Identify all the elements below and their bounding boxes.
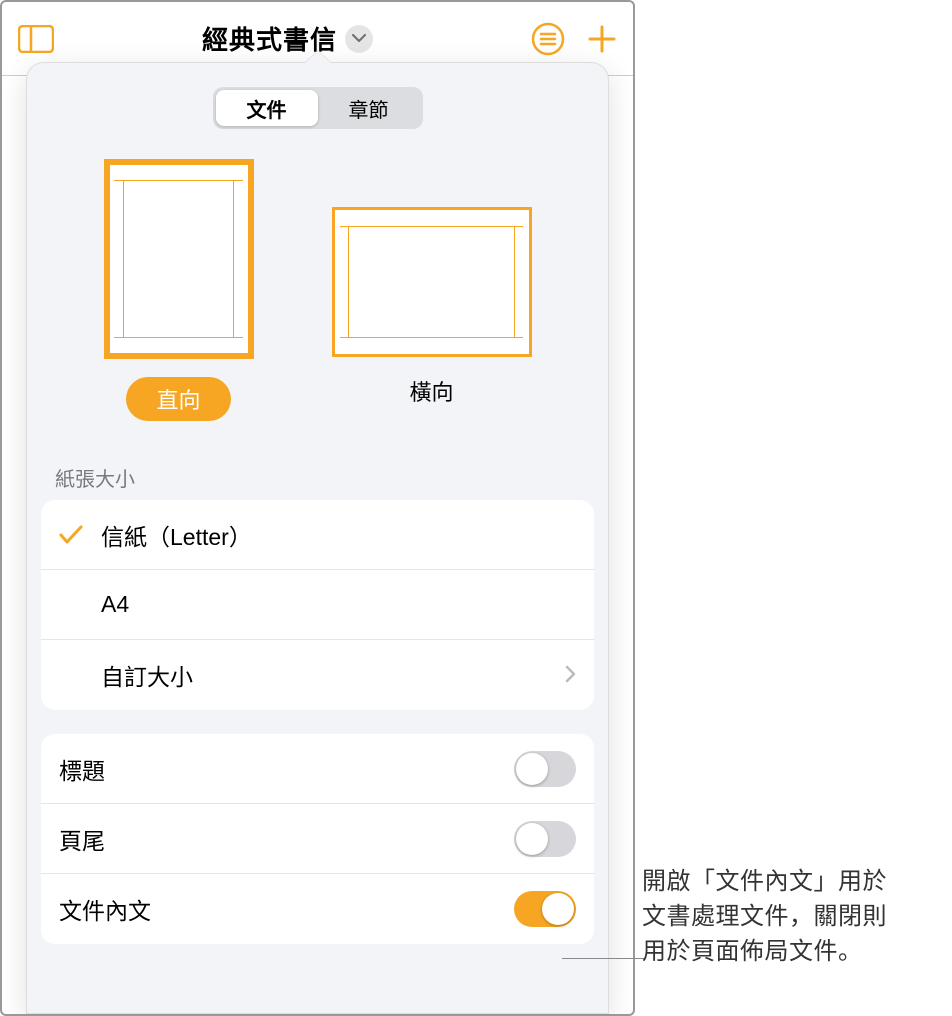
orientation-landscape-label: 橫向	[409, 375, 453, 407]
paper-size-label: 自訂大小	[101, 658, 565, 692]
orientation-row: 直向 橫向	[27, 159, 608, 421]
chevron-right-icon	[565, 662, 576, 689]
document-body-toggle[interactable]	[514, 891, 576, 927]
callout-line: 文書處理文件，關閉則	[642, 900, 942, 935]
app-window: 經典式書信 文件	[0, 0, 635, 1016]
paper-size-label: A4	[101, 591, 576, 618]
orientation-portrait-label: 直向	[126, 377, 230, 421]
document-settings-popover: 文件 章節 直向 橫向 紙張大小	[26, 62, 609, 1014]
switches-list: 標題 頁尾 文件內文	[41, 734, 594, 944]
orientation-landscape-thumb[interactable]	[332, 207, 532, 357]
orientation-portrait-thumb[interactable]	[104, 159, 254, 359]
callout-leader-line	[562, 958, 644, 959]
paper-size-a4[interactable]: A4	[41, 570, 594, 640]
footer-toggle[interactable]	[514, 821, 576, 857]
tab-section[interactable]: 章節	[318, 90, 420, 126]
callout-annotation: 開啟「文件內文」用於 文書處理文件，關閉則 用於頁面佈局文件。	[642, 865, 942, 969]
tab-document[interactable]: 文件	[216, 90, 318, 126]
paper-size-custom[interactable]: 自訂大小	[41, 640, 594, 710]
sidebar-icon[interactable]	[18, 25, 54, 53]
title-chevron-icon[interactable]	[345, 25, 373, 53]
footer-row: 頁尾	[41, 804, 594, 874]
document-body-row: 文件內文	[41, 874, 594, 944]
paper-size-label: 信紙（Letter）	[101, 518, 576, 552]
popover-arrow	[304, 51, 332, 64]
callout-line: 用於頁面佈局文件。	[642, 935, 942, 970]
callout-line: 開啟「文件內文」用於	[642, 865, 942, 900]
document-body-label: 文件內文	[59, 892, 514, 926]
add-icon[interactable]	[587, 24, 617, 54]
header-row: 標題	[41, 734, 594, 804]
header-label: 標題	[59, 752, 514, 786]
tab-segmented-control: 文件 章節	[213, 87, 423, 129]
header-toggle[interactable]	[514, 751, 576, 787]
paper-size-heading: 紙張大小	[55, 463, 608, 492]
check-icon	[59, 525, 101, 545]
paper-size-letter[interactable]: 信紙（Letter）	[41, 500, 594, 570]
footer-label: 頁尾	[59, 822, 514, 856]
list-icon[interactable]	[531, 22, 565, 56]
paper-size-list: 信紙（Letter） A4 自訂大小	[41, 500, 594, 710]
